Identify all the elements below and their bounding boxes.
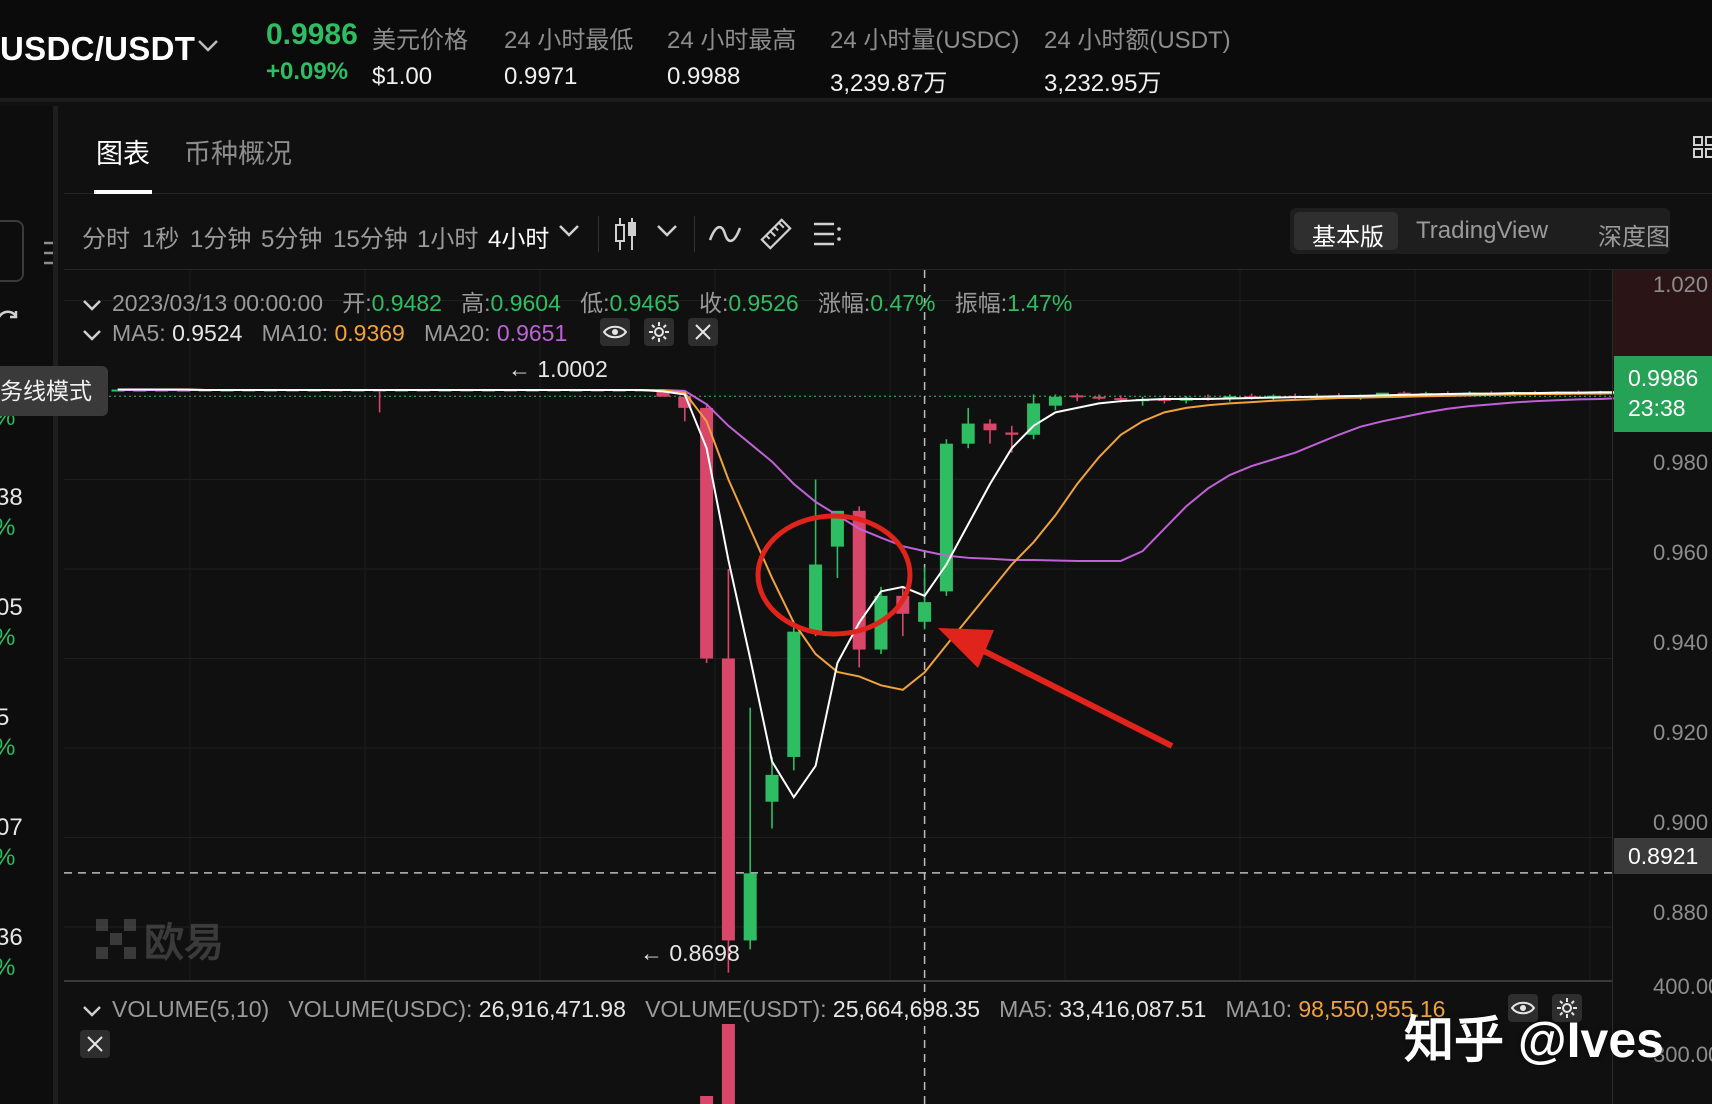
exchange-name: 欧易	[144, 921, 224, 965]
ma20-line	[118, 389, 1712, 562]
volume-indicator-label: VOLUME(5,10)	[112, 996, 270, 1022]
open-value: 0.9482	[371, 290, 442, 316]
low-marker-label: ← 0.8698	[640, 940, 740, 966]
current-price: 0.9986	[1628, 365, 1699, 391]
chevron-down-icon[interactable]	[82, 328, 102, 342]
candle-body	[939, 443, 953, 592]
crosshair-price-tag: 0.8921	[1614, 838, 1712, 874]
axis-tick-label: 0.940	[1653, 630, 1709, 655]
candle-body	[1114, 398, 1128, 401]
zhihu-watermark: 知乎 @Ives	[1404, 1012, 1664, 1068]
open-label: 开:	[342, 290, 372, 316]
low-value: 0.9465	[609, 290, 680, 316]
ma5-line	[118, 388, 1712, 800]
chevron-down-icon[interactable]	[82, 298, 102, 312]
ma5-label: MA5:	[112, 320, 166, 346]
candle-countdown: 23:38	[1628, 395, 1686, 421]
axis-tick-label: 0.900	[1653, 810, 1709, 835]
axis-tick-label: 0.980	[1653, 450, 1709, 475]
high-value: 0.9604	[490, 290, 561, 316]
exchange-watermark: 欧易	[96, 910, 224, 968]
volume-usdt-value: 25,664,698.35	[832, 996, 980, 1022]
high-label: 高:	[461, 290, 491, 316]
candle-body	[1070, 395, 1084, 398]
candle-date: 2023/03/13 00:00:00	[112, 290, 324, 316]
volume-bar	[700, 1096, 714, 1104]
low-label: 低:	[580, 290, 610, 316]
candle-body	[961, 423, 975, 444]
candle-body	[918, 602, 932, 622]
axis-tick-label: 0.880	[1653, 900, 1709, 925]
change-value: 0.47%	[870, 290, 936, 316]
axis-tick-label: 0.960	[1653, 540, 1709, 565]
close-icon[interactable]	[688, 318, 718, 346]
chevron-down-icon[interactable]	[82, 1004, 102, 1018]
candle-body	[700, 407, 714, 659]
close-value: 0.9526	[728, 290, 799, 316]
gear-icon[interactable]	[644, 318, 674, 346]
volume-ma5-value: 33,416,087.51	[1059, 996, 1207, 1022]
volume-usdc-value: 26,916,471.98	[478, 996, 626, 1022]
ma20-label: MA20:	[424, 320, 491, 346]
candlestick-chart[interactable]	[0, 0, 1712, 1104]
close-label: 收:	[698, 290, 729, 316]
candle-body	[1048, 396, 1062, 406]
ma5-value: 0.9524	[172, 320, 243, 346]
okx-logo-icon	[96, 919, 136, 959]
axis-tick-label: 1.020	[1653, 272, 1709, 297]
change-label: 涨幅:	[817, 290, 871, 316]
candle-body	[743, 873, 757, 941]
volume-usdc-label: VOLUME(USDC):	[288, 996, 473, 1022]
ma-legend: MA5: 0.9524 MA10: 0.9369 MA20: 0.9651	[82, 320, 567, 347]
candle-body	[765, 774, 779, 802]
volume-bar	[721, 1024, 735, 1104]
high-marker-label: ← 1.0002	[508, 356, 608, 382]
ma10-value: 0.9369	[334, 320, 405, 346]
ma20-value: 0.9651	[496, 320, 568, 346]
volume-ma10-label: MA10:	[1225, 996, 1292, 1022]
eye-icon[interactable]	[600, 318, 630, 346]
ohlc-legend: 2023/03/13 00:00:00 开:0.9482 高:0.9604 低:…	[82, 284, 1072, 318]
volume-usdt-label: VOLUME(USDT):	[645, 996, 827, 1022]
arrow-head-annotation	[938, 628, 994, 668]
ma10-label: MA10:	[261, 320, 329, 346]
current-price-tag: 0.9986 23:38	[1614, 356, 1712, 432]
volume-legend: VOLUME(5,10) VOLUME(USDC): 26,916,471.98…	[82, 996, 1445, 1023]
close-icon[interactable]	[80, 1030, 110, 1058]
amplitude-value: 1.47%	[1007, 290, 1073, 316]
candle-body	[1092, 396, 1106, 399]
volume-ma5-label: MA5:	[999, 996, 1053, 1022]
candle-body	[1005, 432, 1019, 435]
mode-tooltip: 务线模式	[0, 366, 108, 416]
candle-body	[787, 631, 801, 757]
axis-tick-label: 400.00	[1653, 974, 1712, 999]
candle-body	[809, 564, 823, 632]
ma10-line	[118, 388, 1712, 691]
amplitude-label: 振幅:	[954, 290, 1008, 316]
candle-body	[983, 423, 997, 431]
axis-tick-label: 0.920	[1653, 720, 1709, 745]
candle-body	[721, 658, 735, 941]
